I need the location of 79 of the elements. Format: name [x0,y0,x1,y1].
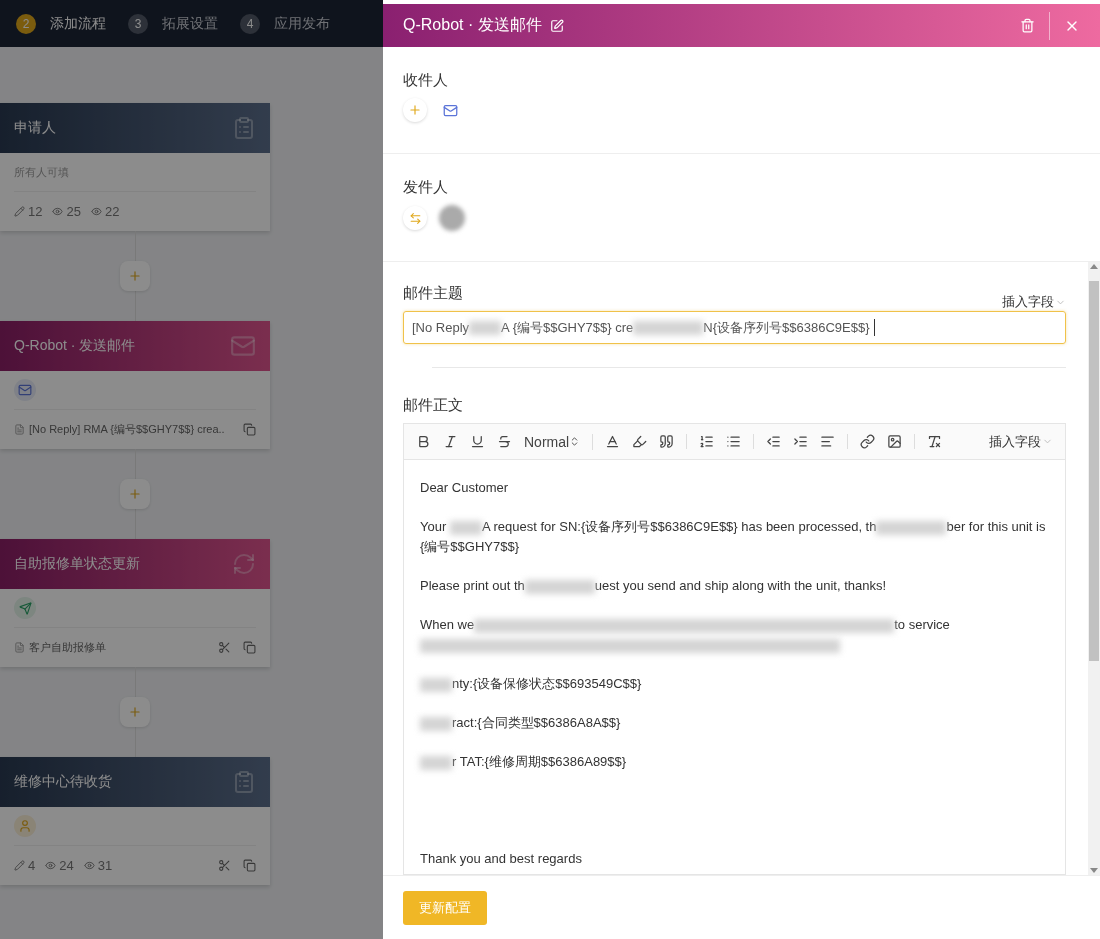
edit-icon[interactable] [549,18,564,33]
card-summary: [No Reply] RMA {编号$$GHY7$$} crea.. [29,422,225,437]
blurred-text [420,716,452,731]
format-select[interactable]: Normal [524,433,581,450]
flow-card[interactable]: 维修中心待收货 4 24 31 [0,757,270,885]
pencil-icon [14,860,25,871]
scissors-icon[interactable] [218,641,231,654]
blurred-text [449,520,482,535]
blurred-text [876,520,947,535]
card-title: 申请人 [14,119,56,137]
card-title: Q-Robot · 发送邮件 [14,337,136,355]
blurred-text [420,677,452,692]
mail-icon [14,379,36,401]
stat-count: 22 [90,204,120,219]
step-tab[interactable]: 4 应用发布 [240,13,330,34]
bullet-list-icon[interactable] [726,434,742,449]
blurred-text [420,755,452,770]
paper-plane-icon [14,597,36,619]
body-paragraph: Dear Customer [420,479,510,497]
eye-icon [90,206,102,217]
body-paragraph: nty:{设备保修状态$$693549C$$} [420,674,1049,694]
user-icon [14,815,36,837]
card-summary: 客户自助报修单 [29,640,106,655]
clear-format-icon[interactable] [927,434,943,449]
underline-icon[interactable] [470,434,485,449]
flow-card[interactable]: Q-Robot · 发送邮件 [No Reply] RMA {编号$$GHY7$$} crea.. [0,321,270,449]
strikethrough-icon[interactable] [497,434,512,449]
eye-icon [52,206,64,217]
avatar [439,205,465,231]
card-title: 自助报修单状态更新 [14,555,140,573]
subject-input[interactable]: [No Reply A {编号$$GHY7$$} cre N{设备序列号$$6386C9E$$} [403,311,1066,344]
body-paragraph: r TAT:{维修周期$$6386A89$$} [420,752,1049,772]
swap-arrows-icon[interactable] [408,211,422,225]
copy-icon[interactable] [243,423,256,436]
link-icon[interactable] [860,434,876,449]
step-tab[interactable]: 3 拓展设置 [128,13,218,34]
drawer-title: Q-Robot · 发送邮件 [403,15,542,35]
trash-icon[interactable] [1020,18,1035,33]
blurred-text [469,320,502,335]
insert-field-dropdown[interactable]: 插入字段 [1002,293,1066,311]
highlight-icon[interactable] [632,434,648,449]
recipients-label: 收件人 [403,71,449,90]
card-title: 维修中心待收货 [14,773,112,791]
bold-icon[interactable] [416,434,431,449]
sender-label: 发件人 [403,178,449,197]
stat-count: 4 [14,858,36,873]
align-icon[interactable] [820,434,836,449]
document-icon [14,642,25,653]
stat-count: 12 [14,204,43,219]
quote-icon[interactable] [659,434,675,449]
subject-label: 邮件主题 [403,284,463,303]
ordered-list-icon[interactable] [699,434,715,449]
scrollbar[interactable] [1088,262,1100,875]
image-icon[interactable] [887,434,903,449]
body-paragraph: Your A request for SN:{设备序列号$$6386C9E$$} has been processed, th ber for this unit is {编号$$GHY7$$} [420,518,1047,556]
body-paragraph: ract:{合同类型$$6386A8A$$} [420,713,1049,733]
document-icon [14,424,25,435]
flow-card[interactable]: 自助报修单状态更新 客户自助报修单 [0,539,270,667]
blurred-text [524,579,595,594]
insert-field-dropdown[interactable]: 插入字段 [989,432,1053,451]
copy-icon[interactable] [243,641,256,654]
outdent-icon[interactable] [766,434,782,449]
stat-count: 31 [83,858,113,873]
indent-icon[interactable] [793,434,809,449]
stat-count: 24 [45,858,74,873]
step-tab[interactable]: 2 添加流程 [16,13,106,34]
body-label: 邮件正文 [403,396,464,415]
body-paragraph: When we to service [420,615,1049,655]
pencil-icon [14,206,25,217]
scissors-icon[interactable] [218,859,231,872]
blurred-text [633,320,704,335]
text-color-icon[interactable] [605,434,621,449]
stat-count: 25 [52,204,81,219]
eye-icon [45,860,57,871]
eye-icon [83,860,95,871]
copy-icon[interactable] [243,859,256,872]
italic-icon[interactable] [443,434,458,449]
body-paragraph: Thank you and best regards [420,850,583,868]
body-paragraph: Please print out th uest you send and ship along with the unit, thanks! [420,577,888,596]
